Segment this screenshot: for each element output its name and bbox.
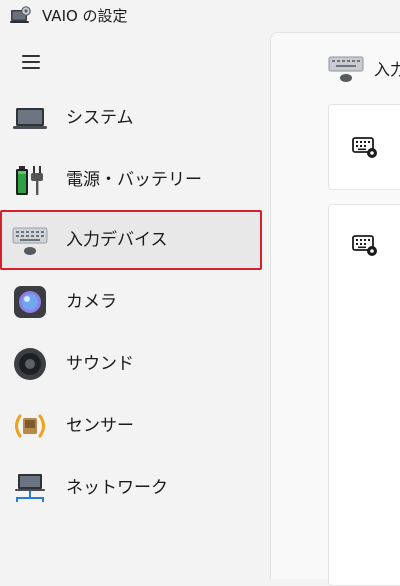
keyboard-mouse-icon <box>328 56 364 82</box>
nav-item-label: サウンド <box>66 354 134 374</box>
nav-item-label: カメラ <box>66 292 117 312</box>
camera-lens-icon <box>14 286 46 318</box>
speaker-icon <box>14 348 46 380</box>
settings-card[interactable] <box>328 104 400 190</box>
hamburger-menu-icon[interactable] <box>14 48 48 76</box>
keyboard-mouse-icon <box>12 227 48 255</box>
nav-item-power-battery[interactable]: 電源・バッテリー <box>0 150 262 210</box>
nav-item-system[interactable]: システム <box>0 88 262 148</box>
app-title: VAIO の設定 <box>42 7 128 25</box>
laptop-icon <box>13 108 47 129</box>
title-bar: VAIO の設定 <box>0 0 400 32</box>
keyboard-settings-icon <box>352 235 377 256</box>
nav-item-label: センサー <box>66 416 134 436</box>
network-icon <box>15 474 45 502</box>
battery-plug-icon <box>16 166 43 195</box>
nav-item-input-devices[interactable]: 入力デバイス <box>0 210 262 270</box>
vaio-settings-app-icon <box>10 6 31 23</box>
nav-item-label: ネットワーク <box>66 478 168 498</box>
content-header-title: 入力 <box>374 60 400 79</box>
nav-item-sensor[interactable]: センサー <box>0 396 262 456</box>
nav-item-sound[interactable]: サウンド <box>0 334 262 394</box>
nav-item-label: 電源・バッテリー <box>66 170 202 190</box>
keyboard-settings-icon <box>352 137 377 158</box>
nav-item-network[interactable]: ネットワーク <box>0 458 262 518</box>
nav-item-camera[interactable]: カメラ <box>0 272 262 332</box>
nav-item-label: 入力デバイス <box>66 230 168 250</box>
nav-item-label: システム <box>66 108 134 128</box>
sensor-icon <box>15 414 45 438</box>
settings-card[interactable] <box>328 204 400 586</box>
